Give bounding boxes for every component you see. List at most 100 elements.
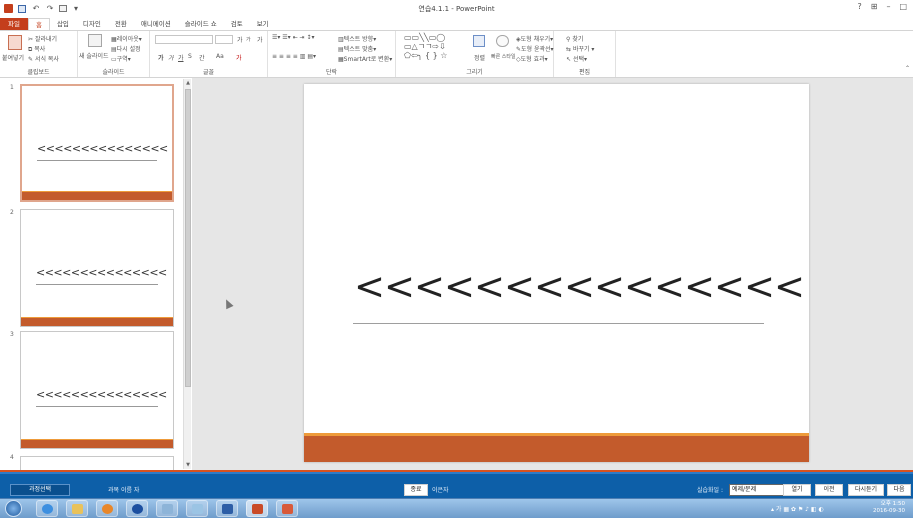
binoculars-icon: ⚲ [566, 36, 571, 43]
paste-button[interactable]: 붙여넣기 [2, 53, 24, 62]
reset-button[interactable]: ▤다시 설정 [111, 44, 141, 53]
shape-fill-button[interactable]: ◈도형 채우기▾ [516, 34, 553, 43]
slide-thumbnail-2[interactable]: <<<<<<<<<<<<<<< [20, 209, 174, 327]
layout-button[interactable]: ▦레이아웃▾ [111, 34, 142, 43]
replace-icon: ⇆ [566, 46, 572, 53]
course-name: 과목 이름 자 [108, 487, 140, 494]
font-name-dropdown[interactable] [155, 35, 213, 44]
taskbar-clock[interactable]: 오후 1:50 2016-09-30 [873, 501, 905, 515]
cut-button[interactable]: ✂ 잘라내기 [28, 34, 57, 43]
replace-button[interactable]: ⇆ 바꾸기 ▾ [566, 44, 594, 53]
start-orb-icon[interactable] [5, 500, 22, 517]
ime-language[interactable]: 가 [776, 506, 782, 513]
change-case-button[interactable]: Aa [216, 53, 224, 60]
slide-thumbnail-pane: 1 <<<<<<<<<<<<<<< 2 <<<<<<<<<<<<<<< 3 <<… [0, 78, 192, 470]
collapse-ribbon-icon[interactable]: ⌃ [905, 65, 910, 72]
slide-number: 1 [10, 84, 14, 91]
powerpoint-doc-icon[interactable] [276, 500, 298, 517]
copy-label: 복사 [34, 46, 46, 53]
tab-transitions[interactable]: 전환 [108, 18, 134, 30]
section-button[interactable]: ▭구역▾ [111, 54, 131, 63]
select-button[interactable]: ↖ 선택▾ [566, 54, 587, 63]
slide-title-placeholder[interactable]: <<<<<<<<<<<<<<< [354, 265, 805, 308]
paste-icon[interactable] [8, 35, 22, 50]
format-painter-label: 서식 복사 [34, 56, 59, 63]
scroll-down-icon[interactable]: ▼ [184, 461, 192, 469]
paint-icon[interactable] [186, 500, 208, 517]
paragraph-group: ☰▾ ☰▾ ⇤ ⇥ ↕▾ ≡ ≡ ≡ ≡ ▥ ▤▾ ▥텍스트 방향▾ ▤텍스트 … [268, 31, 396, 77]
process-select-button[interactable]: 과정선택 [10, 484, 70, 496]
shape-effects-button[interactable]: ◇도형 효과▾ [516, 54, 548, 63]
bullets-icon[interactable]: ☰▾ ☰▾ ⇤ ⇥ ↕▾ [272, 34, 315, 41]
copy-icon: ⧉ [28, 46, 33, 53]
chrome-icon[interactable] [126, 500, 148, 517]
new-slide-button[interactable]: 새 슬라이드 [79, 51, 109, 60]
copy-button[interactable]: ⧉ 복사 [28, 44, 45, 54]
thumbnail-divider [36, 406, 158, 407]
media-icon[interactable] [96, 500, 118, 517]
scrollbar-thumb[interactable] [185, 89, 191, 387]
clear-formatting-button[interactable]: 가 [257, 35, 263, 44]
shapes-gallery[interactable]: ▭▭╲╲▭◯ ▭△ㄱㄱ⇨⇩ ⬠⇦╮ { } ☆ [404, 33, 468, 64]
powerpoint-icon[interactable] [246, 500, 268, 517]
slide-thumbnail-4[interactable] [20, 456, 174, 470]
tab-view[interactable]: 보기 [250, 18, 276, 30]
end-button[interactable]: 종료 [404, 484, 428, 496]
listen-again-button[interactable]: 다시듣기 [848, 484, 884, 496]
thumbnail-scrollbar[interactable]: ▲ ▼ [183, 79, 191, 469]
next-button[interactable]: 다음 [887, 484, 911, 496]
italic-button[interactable]: 가 [168, 53, 174, 62]
ie-icon[interactable] [36, 500, 58, 517]
thumbnail-footer-bar [22, 191, 172, 200]
tab-insert[interactable]: 삽입 [50, 18, 76, 30]
font-size-dropdown[interactable] [215, 35, 233, 44]
font-color-button[interactable]: 가 [236, 53, 242, 62]
quick-styles-button[interactable]: 빠른 스타일 [491, 53, 516, 60]
shape-effects-label: 도형 효과 [520, 56, 545, 63]
current-slide[interactable]: <<<<<<<<<<<<<<< [304, 84, 809, 462]
text-direction-button[interactable]: ▥텍스트 방향▾ [338, 34, 376, 43]
tab-slideshow[interactable]: 슬라이드 쇼 [178, 18, 224, 30]
minimize-button[interactable]: – [886, 2, 890, 11]
tray-icons[interactable]: ▴ 가 ▦ ✿ ⚑ ♪ ◧ ◐ [771, 504, 824, 513]
slide-number: 3 [10, 331, 14, 338]
tab-review[interactable]: 검토 [224, 18, 250, 30]
tab-design[interactable]: 디자인 [76, 18, 108, 30]
bold-button[interactable]: 가 [158, 53, 164, 62]
slide-thumbnail-3[interactable]: <<<<<<<<<<<<<<< [20, 331, 174, 449]
underline-button[interactable]: 가 [178, 53, 184, 62]
slide-thumbnail-1[interactable]: <<<<<<<<<<<<<<< [20, 84, 174, 202]
strikethrough-button[interactable]: S [188, 53, 192, 60]
tab-animations[interactable]: 애니메이션 [134, 18, 178, 30]
help-button[interactable]: ? [857, 2, 861, 11]
shrink-font-button[interactable]: 가 [246, 36, 251, 43]
arrange-button[interactable]: 정렬 [474, 53, 485, 62]
restore-button[interactable]: □ [899, 2, 907, 11]
text-direction-label: 텍스트 방향 [343, 36, 374, 43]
align-text-button[interactable]: ▤텍스트 맞춤▾ [338, 44, 376, 53]
previous-button[interactable]: 이전 [815, 484, 843, 496]
slide-number: 2 [10, 209, 14, 216]
open-button[interactable]: 열기 [783, 484, 811, 496]
editing-group: ⚲ 찾기 ⇆ 바꾸기 ▾ ↖ 선택▾ 편집 [554, 31, 616, 77]
word-icon[interactable] [216, 500, 238, 517]
scroll-up-icon[interactable]: ▲ [184, 79, 192, 87]
smartart-button[interactable]: ▦SmartArt로 변환▾ [338, 54, 392, 63]
cut-label: 잘라내기 [34, 36, 58, 43]
tab-home[interactable]: 홈 [27, 18, 50, 30]
new-slide-icon[interactable] [88, 34, 102, 47]
format-painter-button[interactable]: ✎ 서식 복사 [28, 54, 59, 63]
arrange-icon[interactable] [473, 35, 485, 47]
grow-font-button[interactable]: 가 [237, 35, 243, 44]
shape-outline-button[interactable]: ✎도형 윤곽선▾ [516, 44, 554, 53]
char-spacing-button[interactable]: 간 [199, 53, 205, 62]
scissors-icon: ✂ [28, 36, 34, 43]
window-controls: ? ⊞ – □ [857, 2, 907, 11]
explorer-icon[interactable] [66, 500, 88, 517]
quick-styles-icon[interactable] [496, 35, 509, 47]
search-app-icon[interactable] [156, 500, 178, 517]
ribbon-display-options-button[interactable]: ⊞ [871, 2, 878, 11]
tab-file[interactable]: 파일 [0, 18, 28, 30]
align-icons[interactable]: ≡ ≡ ≡ ≡ ▥ ▤▾ [272, 53, 316, 60]
find-button[interactable]: ⚲ 찾기 [566, 34, 583, 43]
